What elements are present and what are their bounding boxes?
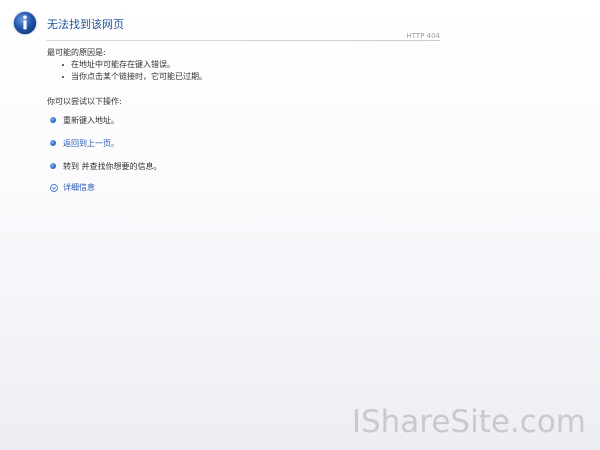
reasons-list: 在地址中可能存在键入错误。 当你点击某个链接时，它可能已过期。 (62, 59, 207, 83)
http-status-code: HTTP 404 (406, 32, 441, 40)
bullet-icon (50, 163, 56, 169)
reason-item: 当你点击某个链接时，它可能已过期。 (62, 71, 207, 83)
error-page: 无法找到该网页 HTTP 404 最可能的原因是: 在地址中可能存在键入错误。 … (0, 0, 600, 450)
action-label: 转到 并查找你想要的信息。 (63, 161, 162, 171)
chevron-down-circle-icon (50, 183, 58, 192)
action-retype-address: 重新键入地址。 (50, 114, 119, 126)
reasons-heading: 最可能的原因是: (47, 48, 106, 57)
action-go-back[interactable]: 返回到上一页。 (50, 137, 119, 149)
details-toggle[interactable]: 详细信息 (50, 182, 95, 193)
actions-heading: 你可以尝试以下操作: (47, 97, 122, 106)
action-go-to-home: 转到 并查找你想要的信息。 (50, 160, 162, 172)
page-title: 无法找到该网页 (47, 18, 124, 31)
details-label[interactable]: 详细信息 (63, 182, 95, 193)
go-back-link[interactable]: 返回到上一页。 (63, 138, 119, 149)
site-watermark: IShareSite.com (351, 404, 586, 440)
info-icon (12, 10, 38, 36)
title-divider (46, 40, 440, 41)
action-label: 重新键入地址。 (63, 115, 119, 125)
bullet-icon (50, 140, 56, 146)
bullet-icon (50, 117, 56, 123)
reason-item: 在地址中可能存在键入错误。 (62, 59, 207, 71)
